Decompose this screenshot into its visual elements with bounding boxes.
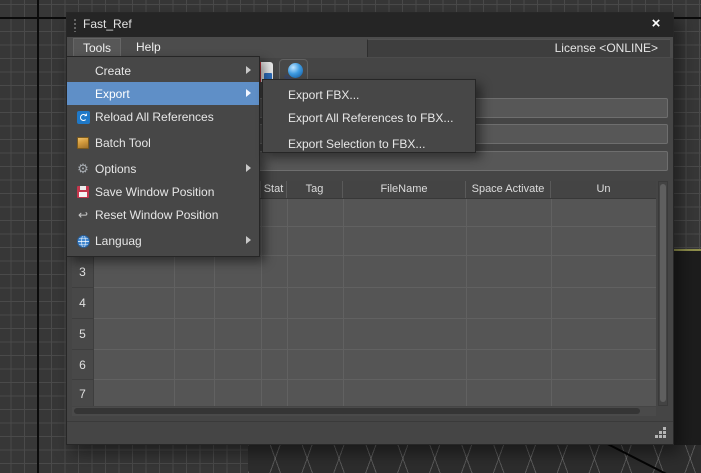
menu-item-language[interactable]: Languag	[67, 229, 259, 252]
vertical-scrollbar-thumb[interactable]	[660, 184, 666, 402]
grid-line	[261, 199, 262, 406]
grid-line	[551, 199, 552, 406]
menu-item-label: Options	[95, 162, 136, 176]
menu-item-label: Export FBX...	[288, 88, 359, 102]
menubar-help[interactable]: Help	[127, 38, 170, 57]
menu-item-label: Reload All References	[95, 110, 214, 124]
titlebar[interactable]: Fast_Ref ×	[67, 13, 673, 37]
menu-item-export[interactable]: Export	[67, 82, 259, 105]
submenu-arrow-icon	[246, 236, 251, 244]
menu-item-label: Reset Window Position	[95, 208, 218, 222]
menu-item-reload-all-references[interactable]: Reload All References	[67, 105, 259, 128]
column-header-stat[interactable]: Stat	[261, 181, 287, 198]
gear-icon: ⚙	[76, 162, 90, 176]
status-divider	[67, 421, 673, 422]
menu-item-label: Save Window Position	[95, 185, 214, 199]
viewport-axis-vertical	[37, 0, 39, 473]
close-icon[interactable]: ×	[647, 15, 665, 33]
floppy-disk-icon	[76, 185, 90, 199]
menu-item-export-all-references-to-fbx[interactable]: Export All References to FBX...	[263, 106, 475, 129]
menubar-tools[interactable]: Tools	[73, 38, 121, 57]
menu-separator	[69, 129, 257, 130]
menu-item-options[interactable]: ⚙ Options	[67, 157, 259, 180]
menu-separator	[69, 155, 257, 156]
menu-item-label: Export All References to FBX...	[288, 111, 453, 125]
submenu-arrow-icon	[246, 66, 251, 74]
column-header-unload[interactable]: Un	[551, 181, 656, 198]
reload-icon	[76, 110, 90, 124]
grid-line	[466, 199, 467, 406]
row-number[interactable]: 7	[72, 380, 93, 406]
package-cube-icon	[76, 136, 90, 150]
window-title: Fast_Ref	[83, 17, 132, 31]
vertical-scrollbar[interactable]	[658, 181, 668, 406]
grid-line	[94, 318, 656, 319]
tools-menu: Create Export Reload All References Batc…	[66, 56, 260, 257]
resize-grip[interactable]	[655, 427, 667, 439]
menu-item-create[interactable]: Create	[67, 59, 259, 82]
grid-line	[343, 199, 344, 406]
column-header-space-activate[interactable]: Space Activate	[466, 181, 551, 198]
grid-line	[94, 379, 656, 380]
globe-icon	[76, 234, 90, 248]
column-header-filename[interactable]: FileName	[343, 181, 466, 198]
menu-separator	[265, 130, 473, 131]
menu-item-save-window-position[interactable]: Save Window Position	[67, 180, 259, 203]
submenu-arrow-icon	[246, 89, 251, 97]
export-submenu: Export FBX... Export All References to F…	[262, 79, 476, 153]
horizontal-scrollbar[interactable]	[72, 407, 656, 416]
menu-item-export-selection-to-fbx[interactable]: Export Selection to FBX...	[263, 132, 475, 155]
horizontal-scrollbar-thumb[interactable]	[74, 408, 640, 414]
grid-line	[94, 287, 656, 288]
row-number[interactable]: 6	[72, 350, 93, 380]
menu-item-batch-tool[interactable]: Batch Tool	[67, 131, 259, 154]
row-number[interactable]: 4	[72, 288, 93, 319]
undo-arrow-icon: ↩	[76, 208, 90, 222]
magnifier-icon	[288, 63, 303, 78]
menu-separator	[69, 227, 257, 228]
submenu-arrow-icon	[246, 164, 251, 172]
column-header-tag[interactable]: Tag	[287, 181, 343, 198]
screen: Fast_Ref × Tools Help License <ONLINE> S…	[0, 0, 701, 473]
titlebar-grip-icon	[73, 18, 77, 32]
menu-item-label: Export	[95, 87, 130, 101]
menu-item-label: Create	[95, 64, 131, 78]
license-status: License <ONLINE>	[367, 39, 670, 57]
menu-item-label: Export Selection to FBX...	[288, 137, 425, 151]
row-number[interactable]: 5	[72, 319, 93, 350]
menu-item-reset-window-position[interactable]: ↩ Reset Window Position	[67, 203, 259, 226]
menu-item-label: Batch Tool	[95, 136, 151, 150]
grid-line	[94, 349, 656, 350]
menu-item-label: Languag	[95, 234, 142, 248]
menu-item-export-fbx[interactable]: Export FBX...	[263, 83, 475, 106]
viewport-right-panel	[674, 249, 701, 445]
menubar: Tools Help License <ONLINE>	[67, 37, 673, 58]
grid-line	[287, 199, 288, 406]
row-number[interactable]: 3	[72, 256, 93, 288]
viewport-perspective-grid	[248, 444, 701, 473]
